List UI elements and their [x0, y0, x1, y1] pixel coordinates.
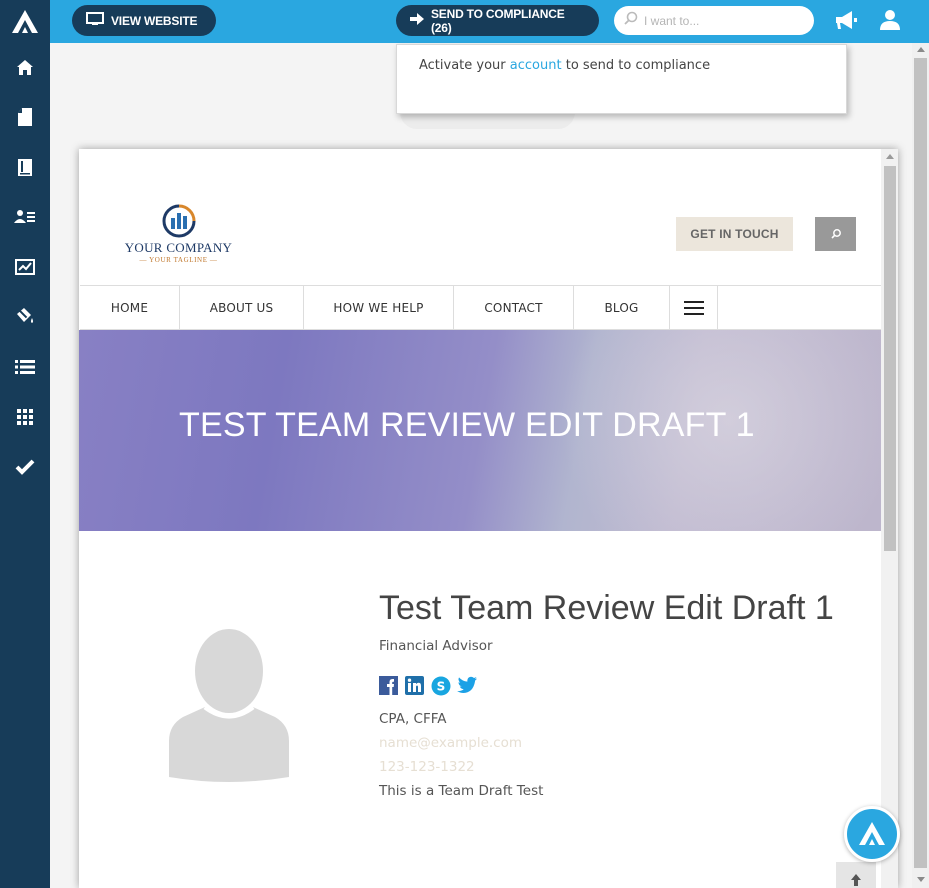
page-scrollbar-thumb[interactable]	[914, 58, 927, 868]
profile-name: Test Team Review Edit Draft 1	[379, 589, 834, 627]
skype-icon[interactable]: S	[431, 676, 451, 696]
profile-credentials: CPA, CFFA	[379, 711, 447, 727]
profile-avatar-icon	[167, 629, 292, 789]
popup-message: Activate your account to send to complia…	[419, 58, 710, 73]
profile-phone-link[interactable]: 123-123-1322	[379, 759, 475, 775]
nav-home[interactable]: HOME	[80, 286, 180, 330]
book-icon[interactable]	[0, 147, 50, 187]
nav-contact[interactable]: CONTACT	[454, 286, 574, 330]
monitor-icon	[86, 12, 111, 29]
company-logo-mark-icon	[162, 204, 196, 238]
nav-blog[interactable]: BLOG	[574, 286, 670, 330]
search-input[interactable]	[644, 13, 804, 28]
apps-grid-icon[interactable]	[0, 397, 50, 437]
arrow-right-icon	[410, 13, 431, 28]
linkedin-icon[interactable]	[405, 676, 425, 696]
contacts-icon[interactable]	[0, 197, 50, 237]
page-scrollbar[interactable]	[912, 43, 929, 888]
megaphone-icon[interactable]	[834, 9, 858, 36]
send-to-compliance-button[interactable]: SEND TO COMPLIANCE (26)	[396, 5, 599, 36]
app-logo-badge-icon	[859, 822, 885, 845]
svg-text:S: S	[437, 680, 446, 694]
get-in-touch-button[interactable]: GET IN TOUCH	[676, 217, 793, 251]
profile-bio: This is a Team Draft Test	[379, 783, 544, 799]
analytics-icon[interactable]	[0, 247, 50, 287]
checkmark-icon[interactable]	[0, 447, 50, 487]
preview-scrollbar-thumb[interactable]	[884, 166, 896, 551]
preview-scrollbar[interactable]	[881, 149, 898, 888]
preview-scroll-up-icon[interactable]	[886, 154, 894, 159]
user-icon[interactable]	[879, 9, 901, 36]
company-name: YOUR COMPANY	[124, 240, 233, 255]
scroll-up-arrow-icon[interactable]	[917, 47, 925, 52]
company-logo[interactable]: YOUR COMPANY — YOUR TAGLINE —	[121, 204, 236, 266]
top-bar: VIEW WEBSITE SEND TO COMPLIANCE (26)	[50, 0, 929, 43]
company-tagline-text: YOUR TAGLINE	[149, 256, 208, 264]
twitter-icon[interactable]	[457, 676, 477, 696]
send-to-compliance-label: SEND TO COMPLIANCE (26)	[431, 6, 565, 35]
social-links: S	[379, 676, 477, 696]
hamburger-menu-icon[interactable]	[670, 286, 718, 330]
search-box[interactable]	[614, 6, 814, 35]
nav-about-us[interactable]: ABOUT US	[180, 286, 304, 330]
profile-title: Financial Advisor	[379, 638, 493, 654]
company-tagline: — YOUR TAGLINE —	[139, 256, 218, 264]
popup-text-suffix: to send to compliance	[565, 58, 711, 73]
site-search-button[interactable]	[815, 217, 856, 251]
hero-title: TEST TEAM REVIEW EDIT DRAFT 1	[179, 406, 755, 444]
profile-email-link[interactable]: name@example.com	[379, 735, 522, 751]
compliance-popup: Activate your account to send to complia…	[396, 44, 847, 114]
home-icon[interactable]	[0, 47, 50, 87]
nav-how-we-help[interactable]: HOW WE HELP	[304, 286, 454, 330]
scroll-down-arrow-icon[interactable]	[917, 877, 925, 882]
help-chat-button[interactable]	[844, 806, 900, 862]
left-sidebar	[0, 0, 50, 888]
arrow-up-icon	[851, 874, 861, 886]
pages-icon[interactable]	[0, 97, 50, 137]
list-icon[interactable]	[0, 347, 50, 387]
paint-bucket-icon[interactable]	[0, 297, 50, 337]
app-logo-icon[interactable]	[10, 8, 40, 36]
view-website-label: VIEW WEBSITE	[111, 13, 198, 28]
scroll-to-top-button[interactable]	[836, 862, 876, 888]
website-preview-frame: YOUR COMPANY — YOUR TAGLINE — GET IN TOU…	[79, 149, 898, 888]
popup-text-prefix: Activate your	[419, 58, 506, 73]
view-website-button[interactable]: VIEW WEBSITE	[72, 5, 216, 36]
hero-banner: TEST TEAM REVIEW EDIT DRAFT 1	[79, 330, 881, 531]
site-search-icon	[830, 229, 841, 239]
facebook-icon[interactable]	[379, 676, 399, 696]
account-link[interactable]: account	[510, 58, 562, 73]
search-icon	[624, 11, 638, 30]
site-navigation: HOME ABOUT US HOW WE HELP CONTACT BLOG	[80, 285, 881, 330]
